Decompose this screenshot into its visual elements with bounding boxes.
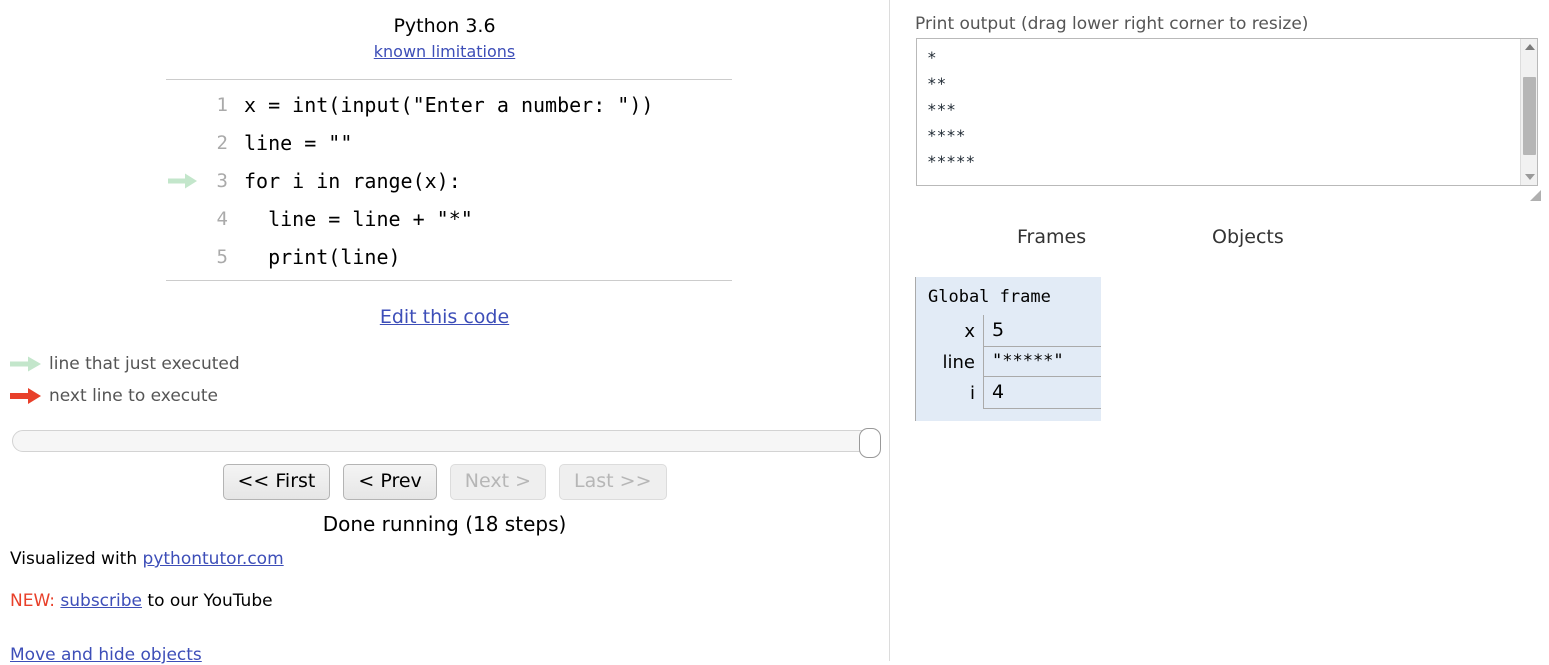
subscribe-suffix-label: to our YouTube: [142, 591, 273, 612]
legend-label-just-executed: line that just executed: [49, 354, 240, 374]
output-scrollbar[interactable]: [1520, 39, 1537, 185]
known-limitations-link[interactable]: known limitations: [374, 41, 516, 63]
variable-name: i: [969, 382, 975, 404]
execution-step-slider[interactable]: [12, 428, 881, 458]
line-code: for i in range(x):: [244, 169, 461, 193]
variable-value: "*****": [983, 347, 1101, 377]
language-header: Python 3.6 known limitations: [0, 0, 889, 62]
print-output-label: Print output (drag lower right corner to…: [915, 14, 1309, 34]
line-number: 3: [216, 170, 228, 192]
legend-row-just-executed: line that just executed: [10, 348, 240, 380]
green-arrow-icon: [166, 173, 206, 189]
frames-header: Frames: [1017, 226, 1087, 248]
scroll-up-icon[interactable]: [1521, 39, 1538, 55]
edit-this-code-link[interactable]: Edit this code: [0, 306, 889, 328]
variable-name: line: [942, 351, 975, 373]
execution-legend: line that just executed next line to exe…: [10, 348, 240, 412]
code-line: 1 x = int(input("Enter a number: ")): [166, 86, 732, 124]
line-number: 4: [216, 208, 228, 230]
variable-row: line "*****": [916, 347, 1101, 377]
variable-value: 5: [983, 315, 1101, 347]
subscribe-link[interactable]: subscribe: [60, 591, 142, 611]
code-lines: 1 x = int(input("Enter a number: ")) 2 l…: [166, 80, 732, 280]
line-number: 2: [216, 132, 228, 154]
print-output-text: * ** *** **** *****: [927, 48, 976, 171]
global-frame-title: Global frame: [928, 287, 1051, 307]
navigation-buttons: << First < Prev Next > Last >>: [0, 464, 889, 500]
line-code: line = "": [244, 131, 353, 155]
slider-handle[interactable]: [859, 428, 881, 458]
objects-header: Objects: [1212, 226, 1284, 248]
line-number: 1: [216, 94, 228, 116]
edit-this-code-label: Edit this code: [379, 306, 510, 328]
code-bottom-rule: [166, 280, 732, 281]
resize-grip-icon[interactable]: [1528, 188, 1542, 202]
subscribe-row: NEW: subscribe to our YouTube: [10, 591, 284, 611]
last-button[interactable]: Last >>: [559, 464, 667, 500]
global-frame: Global frame x 5 line "*****" i 4: [915, 277, 1101, 421]
line-code: line = line + "*": [244, 207, 473, 231]
visualized-with-row: Visualized with pythontutor.com: [10, 549, 284, 569]
visualized-with-label: Visualized with: [10, 549, 143, 569]
variable-row: x 5: [916, 315, 1101, 347]
variable-value: 4: [983, 377, 1101, 409]
move-hide-objects-row: Move and hide objects: [10, 645, 202, 665]
next-button[interactable]: Next >: [449, 464, 547, 500]
green-arrow-icon: [10, 356, 46, 372]
line-number: 5: [216, 246, 228, 268]
code-display: 1 x = int(input("Enter a number: ")) 2 l…: [166, 79, 732, 281]
footer-links: Visualized with pythontutor.com NEW: sub…: [10, 549, 284, 634]
language-title: Python 3.6: [393, 15, 496, 37]
line-code: x = int(input("Enter a number: ")): [244, 93, 654, 117]
print-output-box[interactable]: * ** *** **** *****: [916, 38, 1538, 186]
scroll-down-icon[interactable]: [1521, 169, 1538, 185]
pythontutor-link[interactable]: pythontutor.com: [143, 549, 284, 569]
line-code: print(line): [244, 245, 401, 269]
visualization-pane: Print output (drag lower right corner to…: [890, 0, 1549, 661]
run-status-text: Done running (18 steps): [322, 512, 567, 536]
legend-label-next-line: next line to execute: [49, 386, 219, 406]
code-line: 5 print(line): [166, 238, 732, 276]
code-pane: Python 3.6 known limitations 1 x = int(i…: [0, 0, 889, 665]
code-line-current: 3 for i in range(x):: [166, 162, 732, 200]
first-button[interactable]: << First: [222, 464, 331, 500]
code-line: 4 line = line + "*": [166, 200, 732, 238]
variable-name: x: [964, 320, 975, 342]
scrollbar-thumb[interactable]: [1523, 77, 1536, 155]
move-hide-objects-link[interactable]: Move and hide objects: [10, 645, 202, 665]
code-line: 2 line = "": [166, 124, 732, 162]
prev-button[interactable]: < Prev: [343, 464, 437, 500]
red-arrow-icon: [10, 388, 46, 404]
new-badge: NEW:: [10, 591, 55, 612]
legend-row-next-line: next line to execute: [10, 380, 240, 412]
variable-row: i 4: [916, 377, 1101, 409]
